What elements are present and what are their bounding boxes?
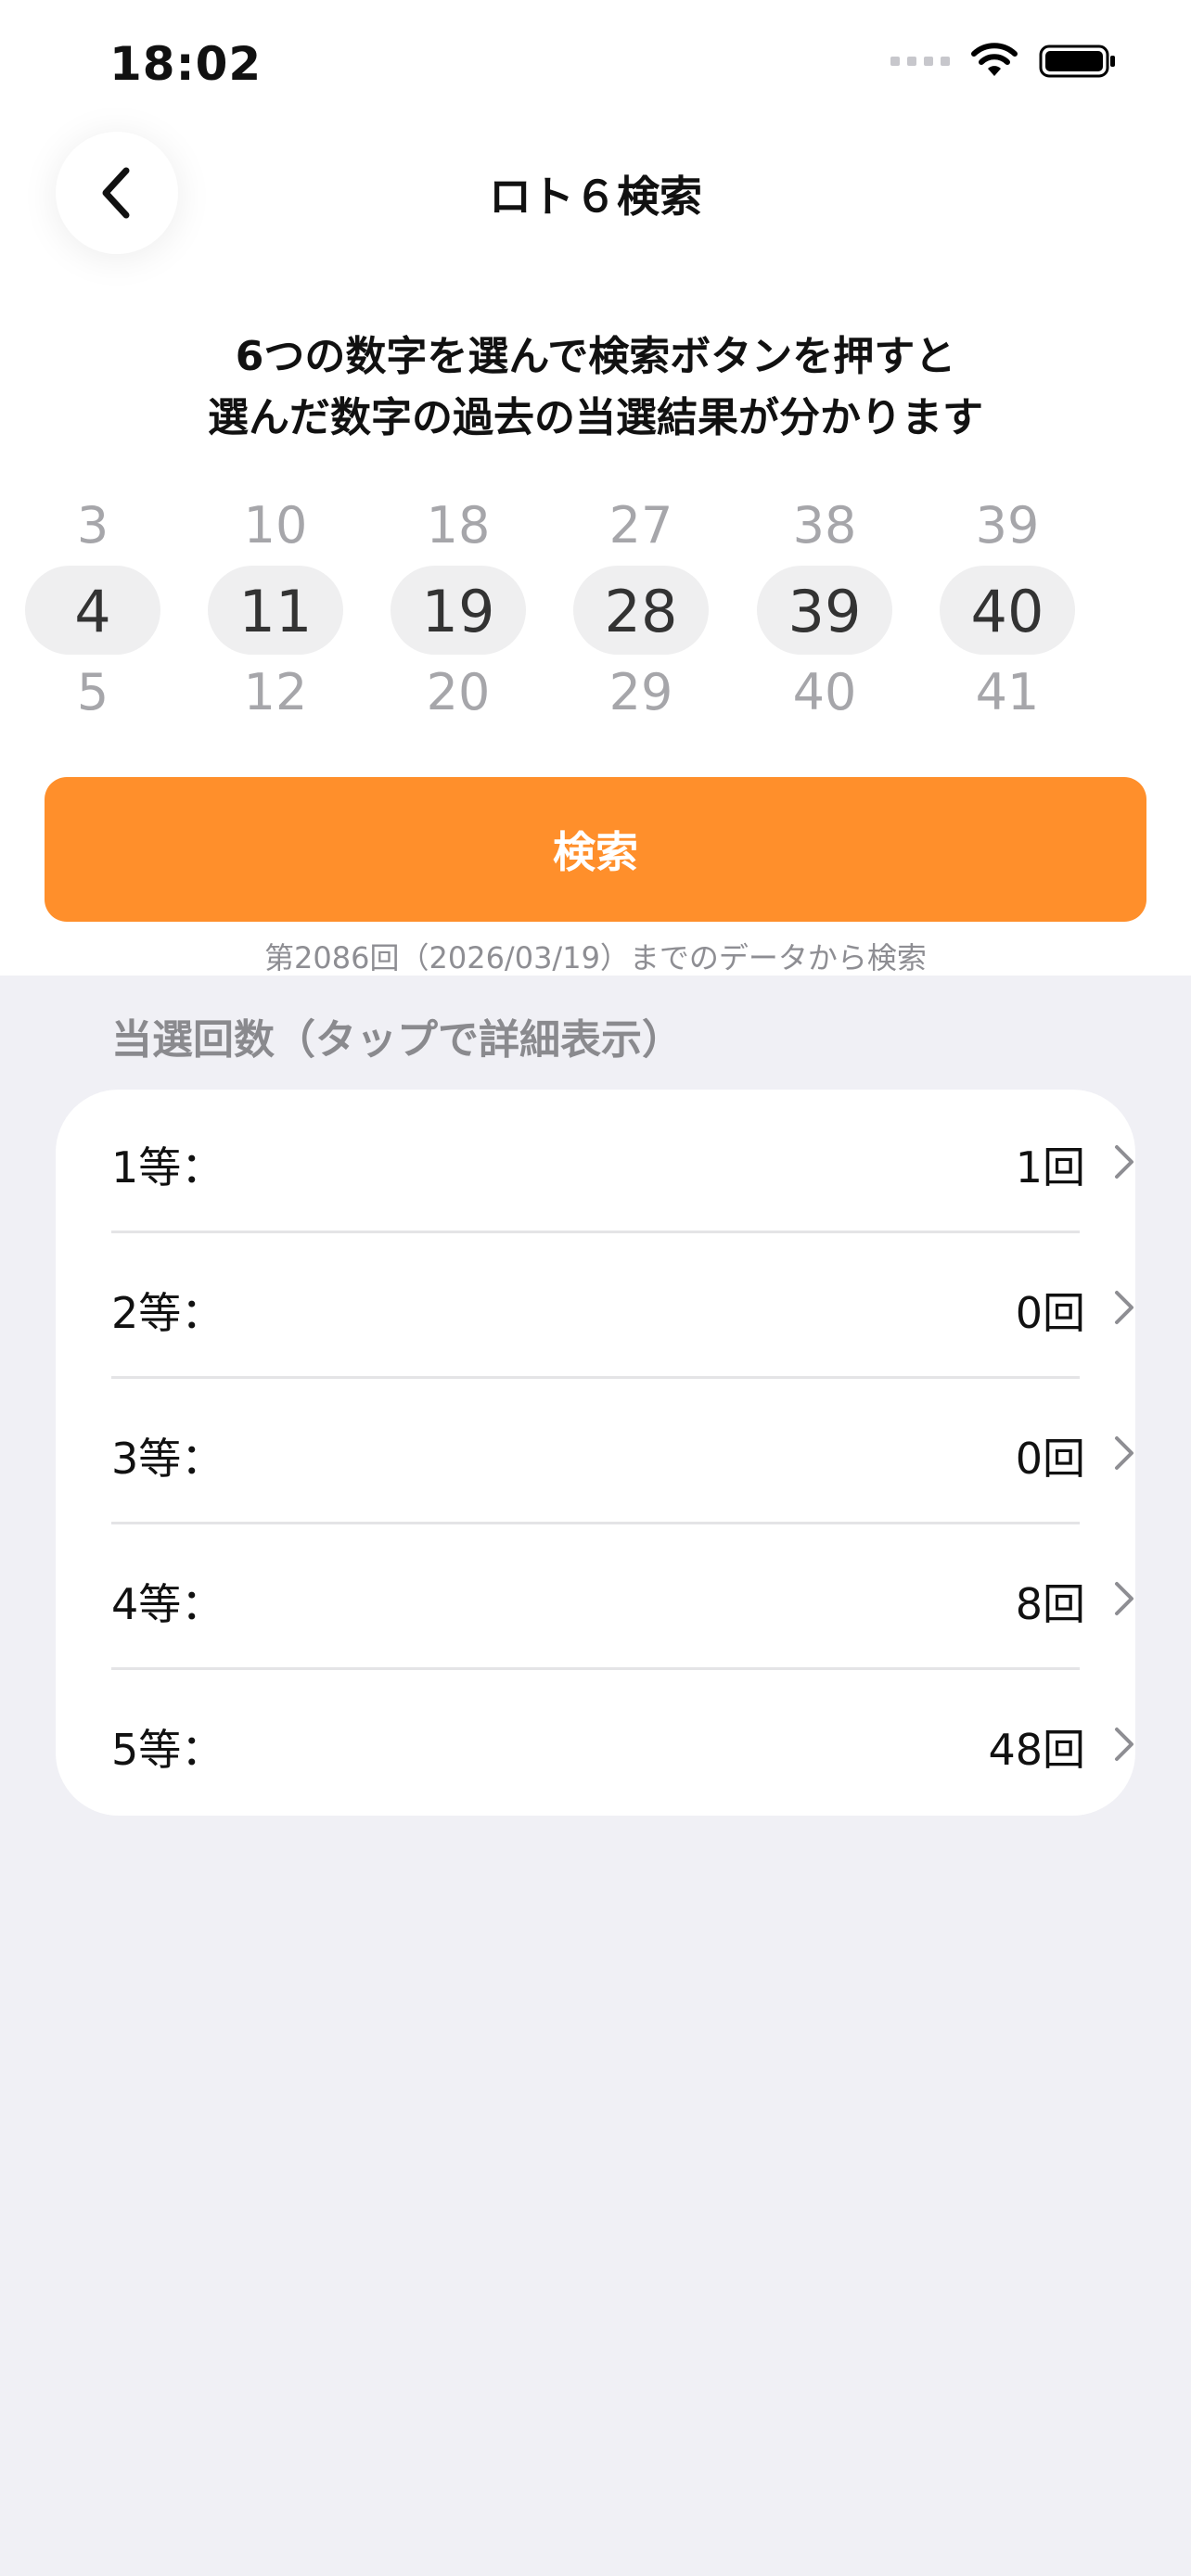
chevron-right-icon [1115, 1582, 1133, 1615]
prize-tier-label: 2等： [111, 1288, 224, 1338]
picker-column-6[interactable]: 39 40 41 [940, 468, 1075, 751]
picker-option[interactable]: 10 [208, 496, 343, 555]
cellular-signal-icon [890, 57, 950, 66]
results-section-header: 当選回数（タップで詳細表示） [111, 1016, 683, 1064]
prize-tier-label: 1等： [111, 1142, 224, 1192]
chevron-right-icon [1115, 1728, 1133, 1761]
picker-option[interactable]: 41 [940, 663, 1075, 721]
picker-column-3[interactable]: 18 19 20 [391, 468, 526, 751]
picker-column-2[interactable]: 10 11 12 [208, 468, 343, 751]
status-icons [890, 43, 1117, 80]
picker-selected-value[interactable]: 4 [25, 578, 160, 645]
prize-tier-label: 3等： [111, 1434, 224, 1484]
picker-option[interactable]: 27 [573, 496, 709, 555]
result-row-5th-prize[interactable]: 5等： 48回 [111, 1672, 1135, 1816]
win-count: 0回 [1015, 1288, 1085, 1338]
win-count: 1回 [1015, 1142, 1085, 1192]
row-divider [111, 1667, 1080, 1670]
search-button[interactable]: 検索 [45, 777, 1146, 922]
win-count: 8回 [1015, 1579, 1085, 1629]
instructions-line-2: 選んだ数字の過去の当選結果が分かります [208, 394, 983, 441]
picker-option[interactable]: 3 [25, 496, 160, 555]
instructions-line-1: 6つの数字を選んで検索ボタンを押すと [235, 333, 956, 380]
row-divider [111, 1376, 1080, 1379]
row-divider [111, 1231, 1080, 1233]
picker-selected-value[interactable]: 11 [208, 578, 343, 645]
win-count: 0回 [1015, 1434, 1085, 1484]
result-row-1st-prize[interactable]: 1等： 1回 [111, 1090, 1135, 1235]
status-time: 18:02 [109, 37, 263, 91]
picker-fade-top [0, 468, 1191, 487]
picker-option[interactable]: 12 [208, 663, 343, 721]
wifi-icon [971, 43, 1018, 76]
result-row-4th-prize[interactable]: 4等： 8回 [111, 1526, 1135, 1672]
instructions: 6つの数字を選んで検索ボタンを押すと 選んだ数字の過去の当選結果が分かります [0, 326, 1191, 449]
picker-selected-value[interactable]: 28 [573, 578, 709, 645]
search-data-note: 第2086回（2026/03/19）までのデータから検索 [264, 940, 927, 976]
picker-option[interactable]: 29 [573, 663, 709, 721]
chevron-right-icon [1115, 1291, 1133, 1324]
chevron-right-icon [1115, 1145, 1133, 1179]
picker-option[interactable]: 38 [757, 496, 892, 555]
win-count: 48回 [988, 1725, 1085, 1775]
picker-option[interactable]: 18 [391, 496, 526, 555]
picker-option[interactable]: 20 [391, 663, 526, 721]
picker-selected-value[interactable]: 19 [391, 578, 526, 645]
result-row-2nd-prize[interactable]: 2等： 0回 [111, 1235, 1135, 1381]
result-row-3rd-prize[interactable]: 3等： 0回 [111, 1381, 1135, 1526]
top-panel: 18:02 ロト６検索 6つの数字を選んで検索ボタンを押すと 選んだ数字の過去の… [0, 0, 1191, 976]
picker-selected-value[interactable]: 39 [757, 578, 892, 645]
picker-option[interactable]: 5 [25, 663, 160, 721]
prize-tier-label: 5等： [111, 1725, 224, 1775]
battery-icon [1039, 45, 1115, 78]
row-divider [111, 1522, 1080, 1524]
page: 18:02 ロト６検索 6つの数字を選んで検索ボタンを押すと 選んだ数字の過去の… [0, 0, 1191, 2576]
picker-option[interactable]: 39 [940, 496, 1075, 555]
results-card: 1等： 1回 2等： 0回 3等： 0回 4等： 8回 5等： 48回 [56, 1090, 1135, 1816]
chevron-right-icon [1115, 1436, 1133, 1470]
number-picker: 3 4 5 10 11 12 18 19 20 27 28 29 38 39 4… [0, 468, 1191, 751]
picker-column-4[interactable]: 27 28 29 [573, 468, 709, 751]
prize-tier-label: 4等： [111, 1579, 224, 1629]
picker-option[interactable]: 40 [757, 663, 892, 721]
picker-selected-value[interactable]: 40 [940, 578, 1075, 645]
picker-column-5[interactable]: 38 39 40 [757, 468, 892, 751]
picker-fade-bottom [0, 733, 1191, 751]
picker-column-1[interactable]: 3 4 5 [25, 468, 160, 751]
page-title: ロト６検索 [489, 172, 702, 222]
